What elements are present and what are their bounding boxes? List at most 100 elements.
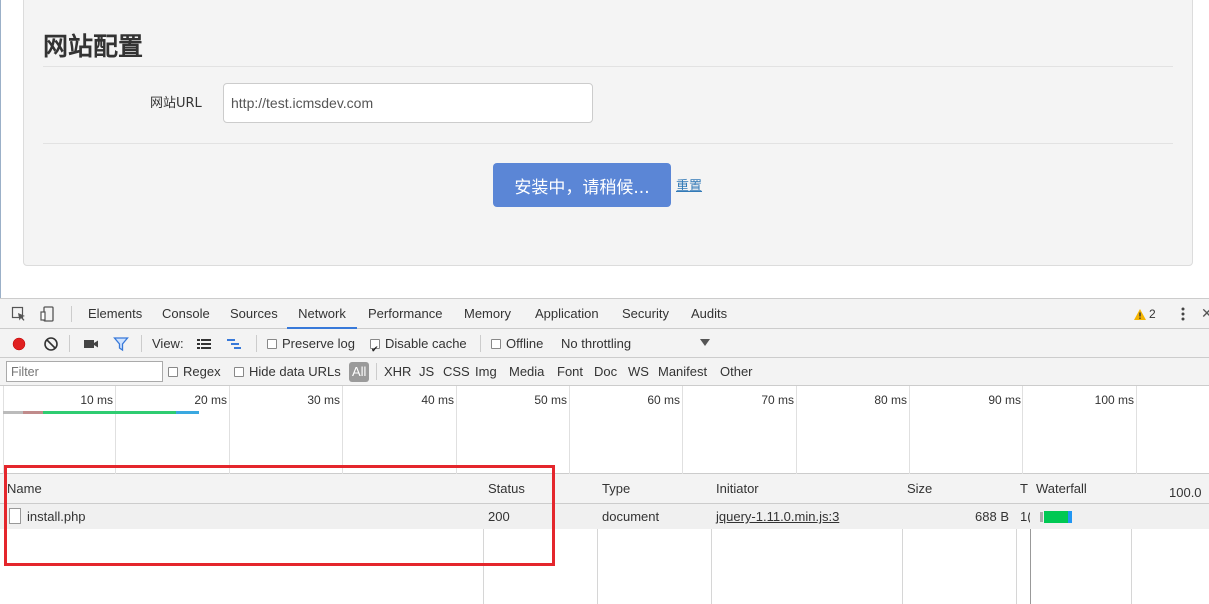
filter-type-ws[interactable]: WS xyxy=(628,358,649,386)
separator xyxy=(69,335,70,352)
waterfall-bar-waiting xyxy=(1044,511,1068,523)
separator xyxy=(141,335,142,352)
separator xyxy=(71,306,72,322)
warnings-indicator[interactable]: 2 xyxy=(1134,307,1156,321)
url-field-label: 网站URL xyxy=(150,96,202,111)
network-toolbar: View: Preserve log Disable cache xyxy=(0,329,1209,364)
overview-bar-waiting xyxy=(43,411,176,414)
hide-data-urls-option[interactable]: Hide data URLs xyxy=(234,358,341,386)
throttling-select[interactable]: No throttling xyxy=(561,329,631,358)
gridline xyxy=(682,386,683,474)
warning-count: 2 xyxy=(1149,307,1156,321)
tick-label: 20 ms xyxy=(194,393,227,407)
filter-type-doc[interactable]: Doc xyxy=(594,358,617,386)
throttling-value: No throttling xyxy=(561,336,632,351)
disable-cache-option[interactable]: Disable cache xyxy=(370,329,467,364)
annotation-highlight-box xyxy=(4,465,555,566)
tab-performance[interactable]: Performance xyxy=(368,299,442,329)
request-size: 688 B xyxy=(975,509,1009,524)
gridline xyxy=(115,386,116,474)
gridline xyxy=(569,386,570,474)
tab-security[interactable]: Security xyxy=(622,299,669,329)
overview-bar-download xyxy=(176,411,199,414)
disable-cache-checkbox[interactable] xyxy=(370,335,380,364)
hide-data-urls-checkbox[interactable] xyxy=(234,367,244,377)
tick-label: 70 ms xyxy=(761,393,794,407)
inspect-element-icon[interactable] xyxy=(11,306,27,322)
timeline-overview[interactable]: 10 ms 20 ms 30 ms 40 ms 50 ms 60 ms 70 m… xyxy=(0,386,1209,474)
filter-type-js[interactable]: JS xyxy=(419,358,434,386)
offline-option[interactable]: Offline xyxy=(491,329,543,358)
tick-label: 60 ms xyxy=(647,393,680,407)
filter-type-img[interactable]: Img xyxy=(475,358,497,386)
filter-type-font[interactable]: Font xyxy=(557,358,583,386)
column-header-waterfall[interactable]: Waterfall xyxy=(1031,474,1087,504)
request-type: document xyxy=(602,509,660,524)
filter-input[interactable] xyxy=(6,361,163,382)
chevron-down-icon[interactable] xyxy=(700,339,710,347)
filter-type-other[interactable]: Other xyxy=(720,358,753,386)
gridline xyxy=(456,386,457,474)
tick-label: 50 ms xyxy=(534,393,567,407)
gridline xyxy=(342,386,343,474)
tab-application[interactable]: Application xyxy=(535,299,599,329)
waterfall-bar-stalled xyxy=(1040,512,1043,522)
request-initiator-link[interactable]: jquery-1.11.0.min.js:3 xyxy=(711,504,839,529)
tick-label: 40 ms xyxy=(421,393,454,407)
separator xyxy=(256,335,257,352)
regex-checkbox[interactable] xyxy=(168,367,178,377)
close-devtools-icon[interactable]: ✕ xyxy=(1201,305,1209,322)
device-toolbar-icon[interactable] xyxy=(40,306,56,322)
overview-bar-queued xyxy=(3,411,23,414)
tab-memory[interactable]: Memory xyxy=(464,299,511,329)
filter-type-manifest[interactable]: Manifest xyxy=(658,358,707,386)
preserve-log-checkbox[interactable] xyxy=(267,338,277,349)
tab-audits[interactable]: Audits xyxy=(691,299,727,329)
reset-link[interactable]: 重置 xyxy=(676,175,702,194)
divider xyxy=(43,143,1173,144)
disable-cache-label: Disable cache xyxy=(385,336,467,351)
filter-type-css[interactable]: CSS xyxy=(443,358,470,386)
filter-type-xhr[interactable]: XHR xyxy=(384,358,411,386)
more-options-icon[interactable] xyxy=(1180,306,1186,322)
tick-label: 10 ms xyxy=(80,393,113,407)
tab-sources[interactable]: Sources xyxy=(230,299,278,329)
waterfall-bar-download xyxy=(1068,511,1072,523)
offline-label: Offline xyxy=(506,336,544,351)
column-header-size[interactable]: Size xyxy=(902,474,932,504)
regex-option[interactable]: Regex xyxy=(168,358,221,386)
tab-console[interactable]: Console xyxy=(162,299,210,329)
warning-icon xyxy=(1134,308,1146,320)
install-button[interactable]: 安装中，请稍候... xyxy=(493,163,671,207)
capture-screenshots-icon[interactable] xyxy=(83,336,99,352)
tab-elements[interactable]: Elements xyxy=(88,299,142,329)
column-header-initiator[interactable]: Initiator xyxy=(711,474,759,504)
screen: 网站配置 网站URL 安装中，请稍候... 重置 Elements Consol… xyxy=(0,0,1209,604)
clear-icon[interactable] xyxy=(43,336,59,352)
preserve-log-option[interactable]: Preserve log xyxy=(267,329,355,358)
gridline xyxy=(3,386,4,474)
tick-label: 80 ms xyxy=(874,393,907,407)
devtools-tab-bar: Elements Console Sources Network Perform… xyxy=(0,299,1209,329)
gridline xyxy=(229,386,230,474)
large-rows-icon[interactable] xyxy=(196,336,212,352)
column-header-type[interactable]: Type xyxy=(597,474,630,504)
divider xyxy=(43,66,1173,67)
filter-bar: Regex Hide data URLs All XHR JS CSS Img … xyxy=(0,358,1209,386)
offline-checkbox[interactable] xyxy=(491,338,501,349)
filter-type-media[interactable]: Media xyxy=(509,358,544,386)
tab-network[interactable]: Network xyxy=(287,299,357,329)
request-time: 1( xyxy=(1020,509,1030,524)
filter-icon[interactable] xyxy=(113,336,129,352)
gridline xyxy=(909,386,910,474)
filter-type-all[interactable]: All xyxy=(349,362,370,382)
overview-icon[interactable] xyxy=(226,336,242,352)
tick-label: 90 ms xyxy=(988,393,1021,407)
view-label: View: xyxy=(152,336,184,351)
regex-label: Regex xyxy=(183,364,221,379)
url-input[interactable] xyxy=(223,83,593,123)
config-panel: 网站配置 网站URL 安装中，请稍候... 重置 xyxy=(23,0,1193,266)
record-icon[interactable] xyxy=(11,336,27,352)
column-header-time[interactable]: T xyxy=(1015,474,1028,504)
preserve-log-label: Preserve log xyxy=(282,336,355,351)
